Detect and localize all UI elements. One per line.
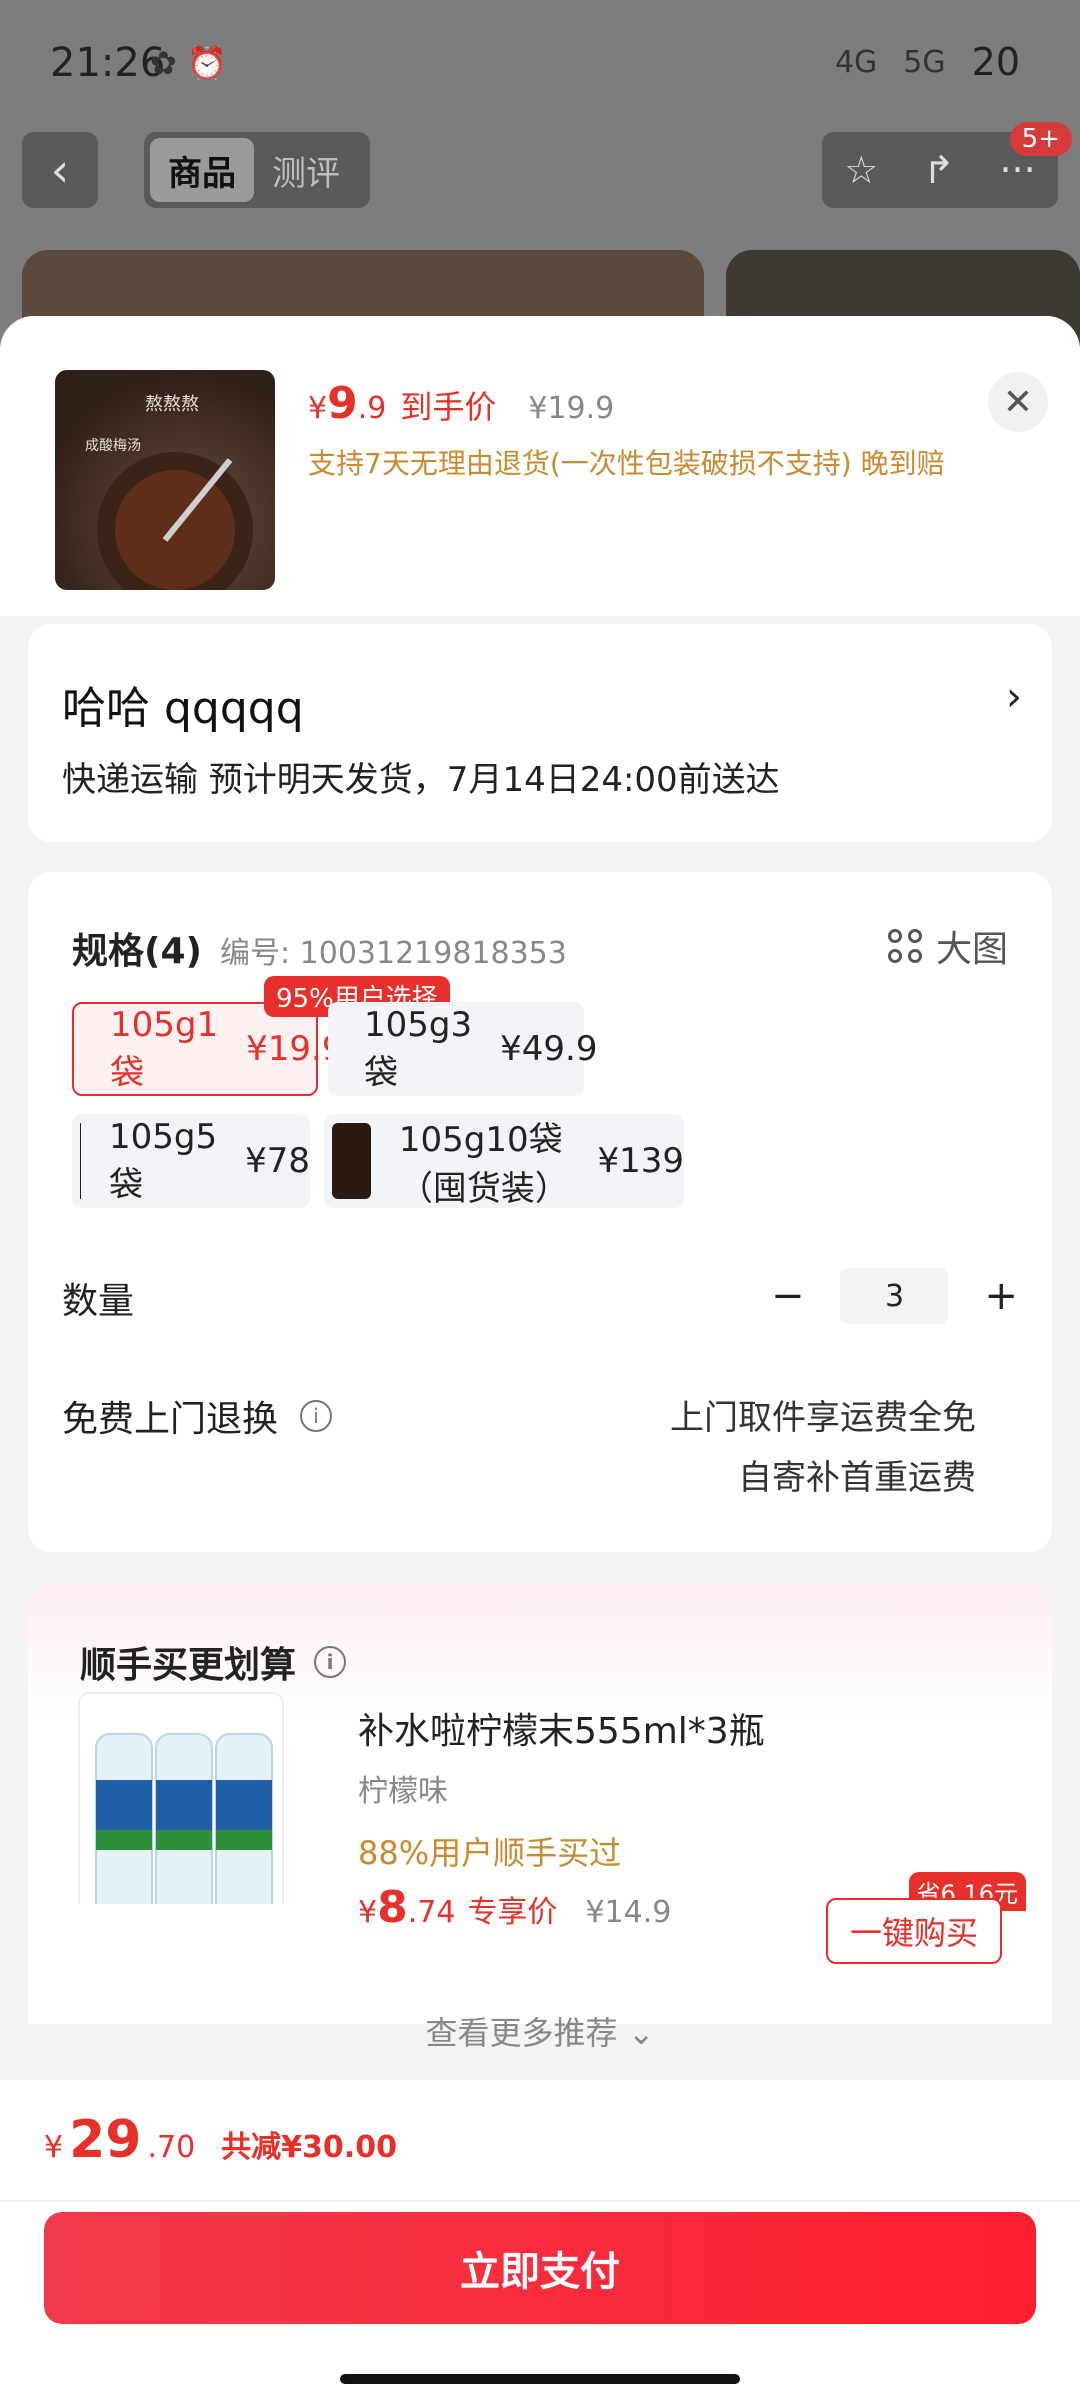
free-return-label: 免费上门退换 i <box>62 1390 333 1442</box>
total-int: 29 <box>69 2110 142 2170</box>
recommend-product-image[interactable] <box>78 1692 284 1940</box>
quantity-stepper: − 3 + <box>771 1268 1018 1324</box>
recommend-price-label: 专享价 <box>467 1895 558 1930</box>
chevron-left-icon: ‹ <box>50 143 70 197</box>
option-name: 105g10袋（囤货装） <box>398 1120 569 1209</box>
sheet-header: 熬熬熬 成酸梅汤 ¥9.9 到手价 ¥19.9 支持7天无理由退货(一次性包装破… <box>0 316 1080 616</box>
one-click-buy-button[interactable]: 一键购买 <box>826 1898 1002 1964</box>
home-indicator[interactable] <box>340 2374 740 2384</box>
close-button[interactable]: ✕ <box>988 372 1048 432</box>
more-badge: 5+ <box>1009 122 1072 156</box>
return-line-1: 上门取件享运费全免 <box>670 1398 976 1438</box>
status-indicators: 4G 5G 20 <box>835 40 1020 84</box>
svg-text:成酸梅汤: 成酸梅汤 <box>85 438 141 454</box>
option-thumbnail <box>80 1123 81 1199</box>
spec-card: 规格(4) 编号: 10031219818353 大图 105g1袋 ¥19.9… <box>28 872 1052 1552</box>
option-price: ¥139 <box>597 1141 684 1181</box>
spec-title: 规格(4) <box>72 931 202 972</box>
status-bar: 21:26 ✿ ⏰ 4G 5G 20 <box>0 0 1080 130</box>
top-nav: ‹ 商品 测评 ☆ ↱ ··· 5+ <box>22 122 1072 212</box>
spec-code: 编号: 10031219818353 <box>220 936 567 971</box>
minus-button[interactable]: − <box>771 1273 805 1319</box>
product-thumbnail: 熬熬熬 成酸梅汤 <box>55 370 275 590</box>
tab-review[interactable]: 测评 <box>254 146 358 195</box>
back-button[interactable]: ‹ <box>22 132 98 208</box>
more-recommendations-link[interactable]: 查看更多推荐 ⌄ <box>0 2008 1080 2054</box>
more-recommendations-text: 查看更多推荐 <box>425 2014 618 2052</box>
share-icon[interactable]: ↱ <box>923 148 955 192</box>
spec-option-3[interactable]: 105g5袋 ¥78 <box>72 1114 310 1208</box>
recommend-users: 88%用户顺手买过 <box>358 1834 622 1872</box>
info-icon[interactable]: i <box>314 1646 347 1678</box>
recommend-product-name[interactable]: 补水啦柠檬末555ml*3瓶 <box>358 1702 765 1754</box>
chevron-down-icon: ⌄ <box>627 2014 655 2052</box>
close-icon: ✕ <box>1002 381 1034 423</box>
return-line-2: 自寄补首重运费 <box>738 1458 976 1498</box>
discount-text: 共减¥30.00 <box>221 2130 397 2165</box>
quantity-value[interactable]: 3 <box>840 1268 949 1324</box>
return-policy: 支持7天无理由退货(一次性包装破损不支持) 晚到赔 <box>308 447 945 480</box>
price-value: ¥9.9 <box>308 378 387 429</box>
recommend-title: 顺手买更划算 i <box>80 1636 347 1688</box>
recommend-flavor: 柠檬味 <box>358 1774 448 1809</box>
address-card[interactable]: 哈哈 qqqqq 快递运输 预计明天发货，7月14日24:00前送达 › <box>28 624 1052 842</box>
chevron-right-icon: › <box>1006 674 1022 720</box>
status-time: 21:26 <box>50 40 166 86</box>
free-return-text: 免费上门退换 <box>62 1399 279 1440</box>
quantity-label: 数量 <box>62 1281 135 1322</box>
total-price: ¥ 29 .70 共减¥30.00 <box>44 2110 397 2170</box>
tab-switcher: 商品 测评 <box>144 132 370 208</box>
shipping-info: 快递运输 预计明天发货，7月14日24:00前送达 <box>62 760 780 800</box>
total-dec: .70 <box>147 2130 196 2165</box>
pay-now-button[interactable]: 立即支付 <box>44 2212 1036 2324</box>
option-price: ¥78 <box>245 1141 310 1181</box>
tab-product[interactable]: 商品 <box>150 138 254 202</box>
option-name: 105g5袋 <box>108 1116 218 1205</box>
spec-option-4[interactable]: 105g10袋（囤货装） ¥139 <box>324 1114 684 1209</box>
option-name: 105g1袋 <box>110 1004 219 1093</box>
final-price: ¥9.9 到手价 ¥19.9 <box>308 378 614 429</box>
plus-button[interactable]: + <box>984 1273 1018 1319</box>
big-view-label: 大图 <box>935 929 1008 970</box>
watermark: 一董鱼辣椒 <box>458 1439 639 1480</box>
recommend-original-price: ¥14.9 <box>585 1895 672 1930</box>
top-actions: ☆ ↱ ··· 5+ <box>822 122 1072 208</box>
price-label: 到手价 <box>400 388 497 426</box>
original-price: ¥19.9 <box>528 391 615 426</box>
battery-level: 20 <box>971 40 1020 84</box>
grid-icon <box>887 929 922 963</box>
notification-icons: ✿ ⏰ <box>150 44 227 82</box>
recommend-title-text: 顺手买更划算 <box>80 1645 297 1686</box>
checkout-bar: ¥ 29 .70 共减¥30.00 立即支付 <box>0 2080 1080 2400</box>
option-price: ¥49.9 <box>500 1029 598 1069</box>
recipient-name: 哈哈 qqqqq <box>62 683 304 734</box>
option-thumbnail <box>332 1123 371 1199</box>
big-view-button[interactable]: 大图 <box>887 920 1008 972</box>
info-icon[interactable]: i <box>300 1400 333 1432</box>
option-name: 105g3袋 <box>364 1004 473 1093</box>
recommend-price: ¥8.74 专享价 ¥14.9 <box>358 1882 671 1933</box>
signal-4g: 4G <box>834 44 878 80</box>
total-symbol: ¥ <box>44 2130 64 2165</box>
recommend-price-value: ¥8.74 <box>358 1882 456 1933</box>
divider <box>0 2200 1080 2202</box>
spec-option-2[interactable]: 105g3袋 ¥49.9 <box>328 1002 597 1096</box>
svg-text:熬熬熬: 熬熬熬 <box>145 394 199 415</box>
star-icon[interactable]: ☆ <box>844 148 878 192</box>
signal-5g: 5G <box>903 44 946 80</box>
return-details: 上门取件享运费全免 自寄补首重运费 <box>670 1388 976 1508</box>
